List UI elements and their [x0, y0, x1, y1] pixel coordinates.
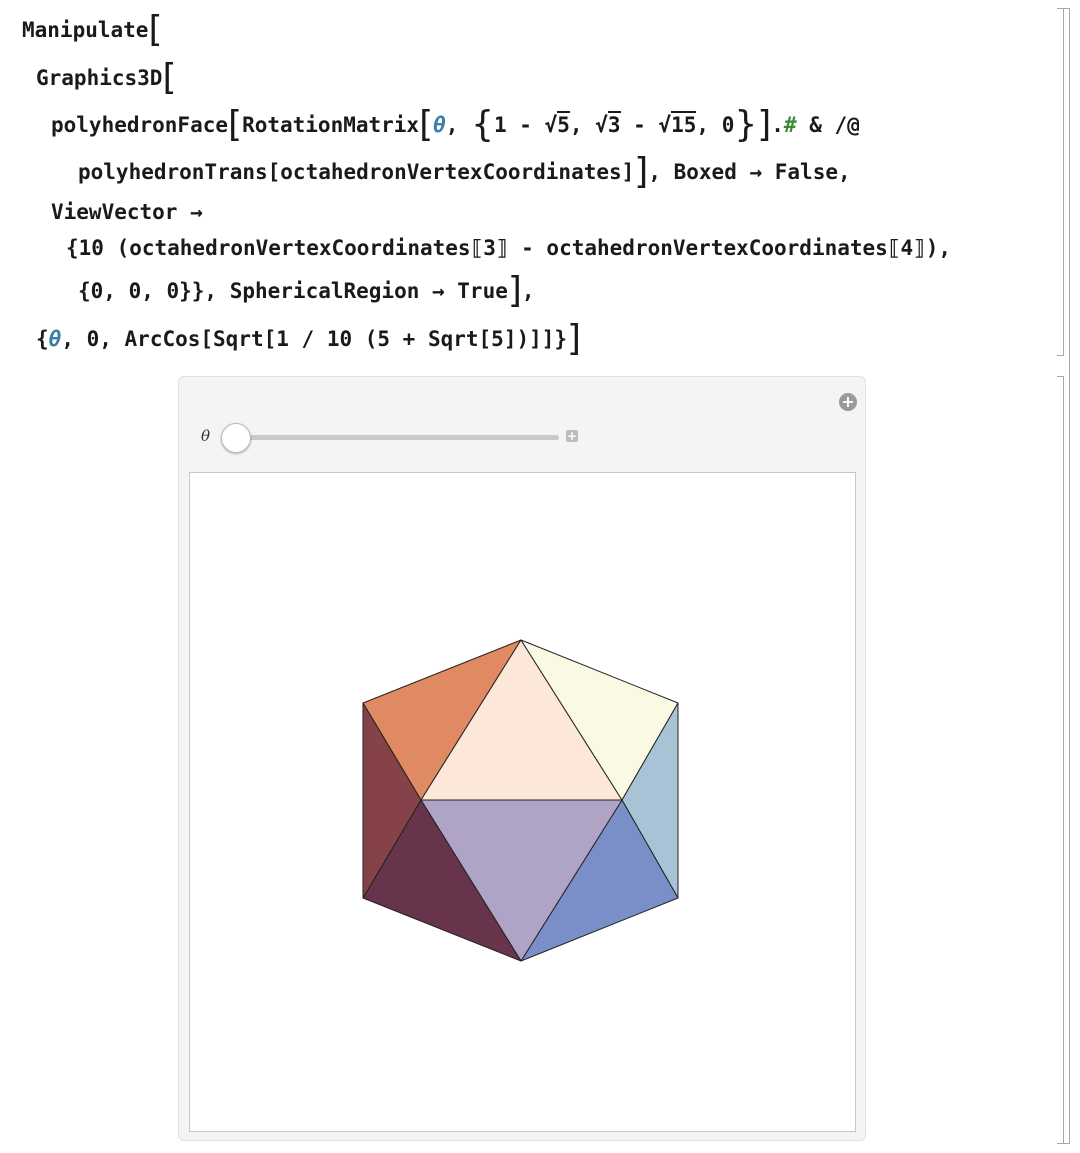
manipulate-panel: + θ + — [178, 376, 866, 1141]
graphics3d-keyword: Graphics3D — [36, 66, 163, 90]
close-brace: } — [734, 104, 758, 145]
polyhedron-trans-call: polyhedronTrans[octahedronVertexCoordina… — [78, 160, 635, 184]
icosahedron-graphic[interactable] — [190, 473, 855, 1131]
open-bracket: [ — [162, 57, 177, 98]
sqrt-symbol: √ — [544, 113, 558, 137]
amp-map: & /@ — [796, 113, 860, 137]
slider-expand-icon[interactable]: + — [566, 430, 578, 442]
open-brace: { — [471, 104, 494, 145]
close-bracket: ] — [507, 270, 522, 311]
output-cell-bracket[interactable] — [1057, 376, 1064, 1144]
add-options-icon[interactable]: + — [839, 393, 857, 411]
slot-symbol: # — [783, 113, 797, 137]
rotation-matrix-fn: RotationMatrix — [242, 113, 420, 137]
sqrt15-radicand: 15 — [671, 111, 697, 137]
code-line-7[interactable]: {0, 0, 0}}, SphericalRegion → True], — [78, 273, 535, 309]
group-cell-bracket[interactable] — [1063, 8, 1070, 1144]
code-line-3[interactable]: polyhedronFace[RotationMatrix[θ, {1 - √5… — [51, 107, 860, 143]
code-line-8[interactable]: {θ, 0, ArcCos[Sqrt[1 / 10 (5 + Sqrt[5])]… — [36, 321, 581, 357]
dot: . — [771, 113, 784, 137]
range-spec: , 0, ArcCos[Sqrt[1 / 10 (5 + Sqrt[5])]]} — [61, 327, 568, 351]
open-bracket: [ — [419, 104, 434, 145]
close-bracket: ] — [757, 104, 772, 145]
viewvector-expression: {10 (octahedronVertexCoordinates⟦3⟧ - oc… — [66, 236, 952, 260]
close-bracket: ] — [634, 151, 649, 192]
theta-variable: θ — [48, 327, 62, 351]
manipulate-keyword: Manipulate — [22, 18, 149, 42]
theta-variable: θ — [433, 113, 446, 137]
comma: , — [696, 113, 722, 137]
code-line-1[interactable]: Manipulate[ — [22, 12, 162, 48]
polyhedron-face-fn: polyhedronFace — [51, 113, 229, 137]
slider-label: θ — [201, 427, 211, 445]
minus: - — [620, 113, 659, 137]
code-line-5[interactable]: ViewVector → — [51, 198, 203, 226]
close-bracket: ] — [567, 318, 582, 359]
zero: 0 — [721, 113, 735, 137]
one-minus: 1 - — [494, 113, 545, 137]
theta-slider-track[interactable] — [227, 435, 559, 440]
code-line-2[interactable]: Graphics3D[ — [36, 60, 176, 96]
code-line-4[interactable]: polyhedronTrans[octahedronVertexCoordina… — [78, 154, 851, 190]
theta-slider-thumb[interactable] — [221, 423, 251, 453]
range-open: { — [36, 327, 49, 351]
sqrt-symbol: √ — [595, 113, 608, 137]
boxed-option: , Boxed → False, — [648, 160, 851, 184]
comma: , — [521, 279, 535, 303]
comma: , — [569, 113, 596, 137]
sqrt5-radicand: 5 — [557, 111, 570, 137]
sqrt3-radicand: 3 — [607, 111, 621, 137]
open-bracket: [ — [148, 9, 163, 50]
sqrt-symbol: √ — [658, 113, 672, 137]
comma: , — [445, 113, 459, 137]
code-line-6[interactable]: {10 (octahedronVertexCoordinates⟦3⟧ - oc… — [66, 234, 951, 262]
viewvector-option: ViewVector → — [51, 200, 203, 224]
open-bracket: [ — [228, 104, 243, 145]
graphics3d-canvas[interactable] — [189, 472, 856, 1132]
viewvector-end: {0, 0, 0}}, SphericalRegion → True — [78, 279, 508, 303]
